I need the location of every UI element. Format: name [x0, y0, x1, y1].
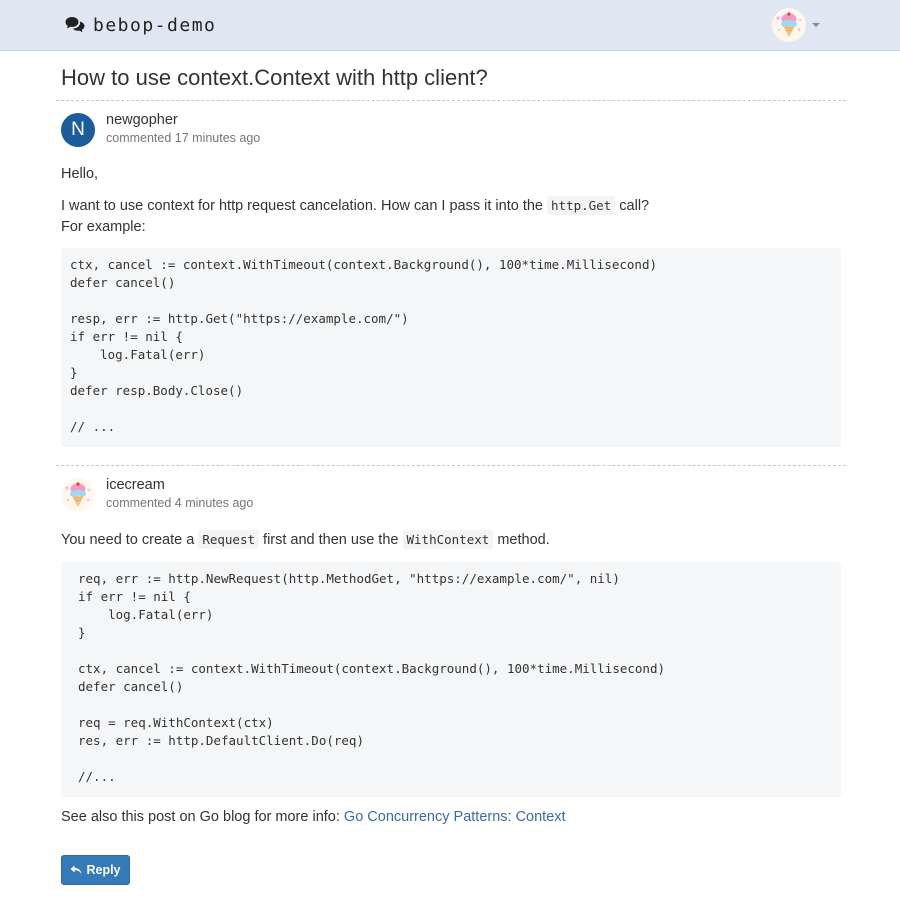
ice-cream-icon — [772, 8, 806, 42]
inline-code: WithContext — [402, 530, 494, 549]
brand-name: bebop-demo — [93, 14, 217, 36]
text-after: call? — [619, 198, 650, 214]
comment-paragraph: You need to create a Request first and t… — [61, 529, 841, 551]
text-part: You need to create a — [61, 532, 195, 548]
text-part: method. — [497, 532, 550, 548]
comment-author[interactable]: newgopher — [106, 112, 178, 128]
comment-greeting: Hello, — [61, 166, 99, 182]
divider — [56, 465, 846, 466]
code-block: ctx, cancel := context.WithTimeout(conte… — [61, 248, 841, 447]
see-also-text: See also this post on Go blog for more i… — [61, 809, 340, 825]
user-menu-toggle[interactable] — [772, 8, 820, 42]
ice-cream-icon — [61, 478, 95, 512]
inline-code: http.Get — [547, 196, 616, 215]
brand-link[interactable]: bebop-demo — [65, 13, 216, 37]
avatar — [61, 478, 95, 512]
blog-post-link[interactable]: Go Concurrency Patterns: Context — [344, 809, 566, 825]
see-also-paragraph: See also this post on Go blog for more i… — [61, 807, 841, 828]
example-label: For example: — [61, 219, 146, 235]
inline-code: Request — [198, 530, 260, 549]
divider — [56, 100, 846, 101]
comment-timestamp: commented 4 minutes ago — [106, 496, 254, 510]
caret-down-icon — [812, 23, 820, 27]
comment-timestamp: commented 17 minutes ago — [106, 131, 261, 145]
reply-button[interactable]: Reply — [61, 855, 130, 885]
comment-paragraph: I want to use context for http request c… — [61, 195, 841, 238]
reply-label: Reply — [86, 863, 121, 877]
text-before: I want to use context for http request c… — [61, 198, 543, 214]
comment-header: N newgopher commented 17 minutes ago — [61, 112, 841, 153]
comment-author[interactable]: icecream — [106, 477, 165, 493]
comment: N newgopher commented 17 minutes ago Hel… — [61, 112, 841, 447]
reply-icon — [70, 865, 82, 874]
avatar: N — [61, 113, 95, 147]
text-part: first and then use the — [263, 532, 399, 548]
comment: icecream commented 4 minutes ago You nee… — [61, 477, 841, 828]
top-navbar: bebop-demo — [0, 0, 900, 51]
user-avatar — [772, 8, 806, 42]
comments-icon — [65, 17, 85, 33]
page-title: How to use context.Context with http cli… — [61, 65, 488, 90]
comment-header: icecream commented 4 minutes ago — [61, 477, 841, 518]
code-block: req, err := http.NewRequest(http.MethodG… — [61, 562, 841, 797]
